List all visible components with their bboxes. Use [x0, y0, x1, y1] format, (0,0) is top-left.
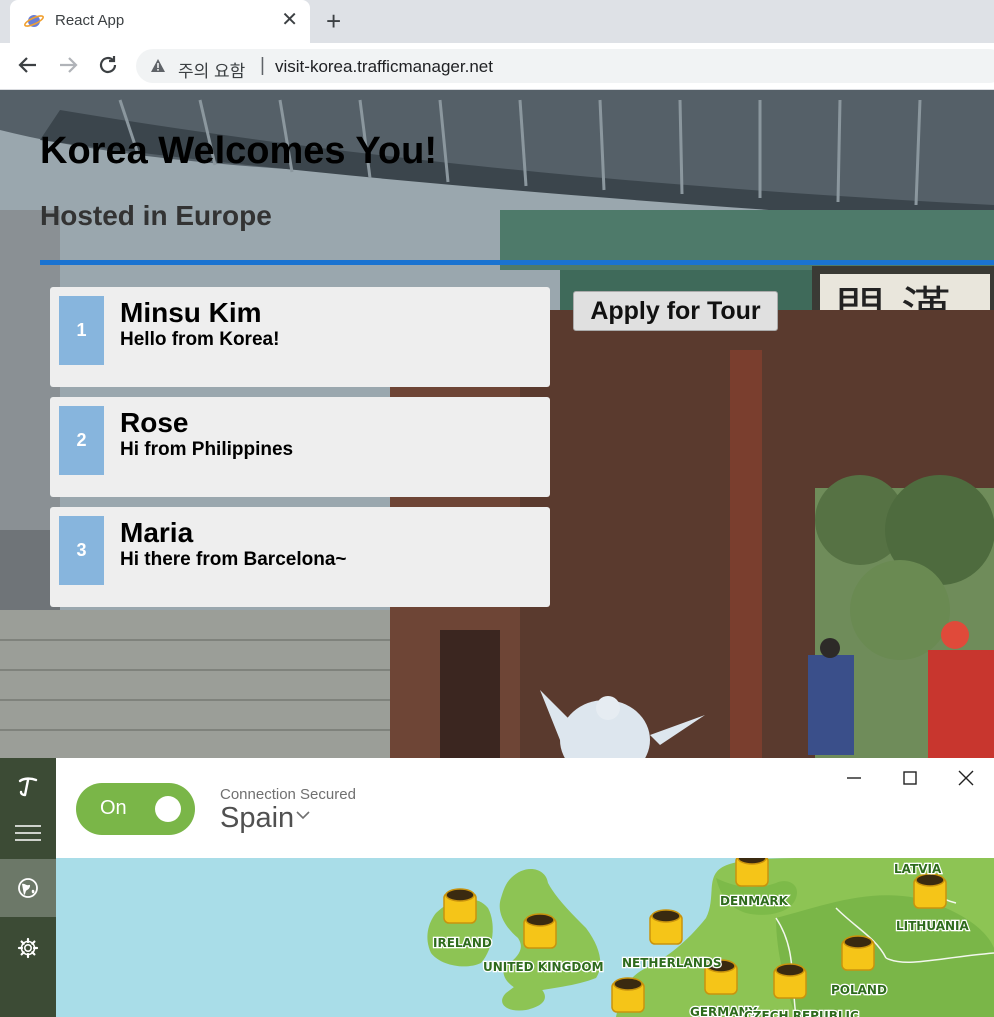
chevron-down-icon[interactable]	[296, 810, 310, 820]
warning-triangle-icon	[151, 59, 165, 72]
title-divider	[40, 260, 994, 265]
tab-title: React App	[55, 12, 125, 29]
settings-nav-button[interactable]	[0, 919, 56, 977]
map-label-netherlands: NETHERLANDS	[622, 956, 722, 970]
hamburger-menu-icon	[15, 825, 41, 841]
url-separator: |	[260, 55, 265, 76]
security-warning[interactable]: 주의 요함	[178, 57, 245, 82]
visitor-message: Hi there from Barcelona~	[120, 549, 347, 570]
gear-icon	[17, 937, 39, 959]
visitor-name: Minsu Kim	[120, 297, 262, 328]
visitor-number: 3	[59, 516, 104, 585]
europe-map-drawing: IRELAND UNITED KINGDOM NETHERLANDS DENMA…	[427, 858, 994, 1017]
toggle-label: On	[100, 797, 127, 819]
visitor-number: 2	[59, 406, 104, 475]
new-tab-icon[interactable]: +	[326, 6, 341, 36]
apply-for-tour-button[interactable]: Apply for Tour	[573, 291, 778, 331]
minimize-icon[interactable]	[842, 768, 866, 788]
map-label-ireland: IRELAND	[433, 936, 492, 950]
toggle-knob	[155, 796, 181, 822]
visitor-card: 1 Minsu Kim Hello from Korea!	[50, 287, 550, 387]
map-label-lithuania: LITHUANIA	[896, 919, 970, 933]
tunnelbear-logo-icon	[18, 777, 38, 797]
visitor-number: 1	[59, 296, 104, 365]
map-label-denmark: DENMARK	[720, 894, 789, 908]
connection-status: Connection Secured	[220, 786, 356, 803]
visitor-message: Hi from Philippines	[120, 439, 294, 460]
forward-arrow-icon[interactable]	[56, 53, 80, 77]
browser-toolbar: 주의 요함 | visit-korea.trafficmanager.net	[0, 43, 994, 90]
visitor-card: 3 Maria Hi there from Barcelona~	[50, 507, 550, 607]
server-map[interactable]: IRELAND UNITED KINGDOM NETHERLANDS DENMA…	[56, 858, 994, 1017]
map-label-czech: CZECH REPUBLIC	[744, 1009, 859, 1017]
map-label-poland: POLAND	[831, 983, 887, 997]
back-arrow-icon[interactable]	[16, 53, 40, 77]
globe-icon	[18, 878, 38, 898]
visitor-message: Hello from Korea!	[120, 329, 280, 350]
map-nav-button[interactable]	[0, 859, 56, 917]
visitor-card: 2 Rose Hi from Philippines	[50, 397, 550, 497]
planet-favicon-icon	[24, 15, 44, 27]
reload-icon[interactable]	[96, 53, 120, 77]
page-subtitle: Hosted in Europe	[40, 200, 272, 231]
vpn-on-toggle[interactable]: On	[76, 783, 195, 835]
vpn-header: On Connection Secured Spain	[56, 758, 994, 858]
vpn-sidebar	[0, 758, 56, 1017]
address-bar[interactable]: 주의 요함 | visit-korea.trafficmanager.net	[136, 49, 994, 83]
vpn-app-window: On Connection Secured Spain IRELAND UNIT…	[0, 758, 994, 1017]
map-label-latvia: LATVIA	[894, 862, 942, 876]
web-page: 門 漢 Korea Welcomes You! Hosted in Europe	[0, 90, 994, 758]
browser-tab[interactable]: React App ✕	[10, 0, 310, 43]
tab-close-icon[interactable]: ✕	[281, 10, 298, 30]
url-text[interactable]: visit-korea.trafficmanager.net	[275, 57, 493, 77]
visitor-name: Rose	[120, 407, 189, 438]
visitor-name: Maria	[120, 517, 194, 548]
country-selector[interactable]: Spain	[220, 802, 294, 835]
maximize-icon[interactable]	[898, 768, 922, 788]
map-label-uk: UNITED KINGDOM	[483, 960, 604, 974]
close-icon[interactable]	[954, 768, 978, 788]
page-title: Korea Welcomes You!	[40, 130, 438, 172]
tab-strip: React App ✕ +	[0, 0, 994, 43]
menu-button[interactable]	[0, 804, 56, 862]
